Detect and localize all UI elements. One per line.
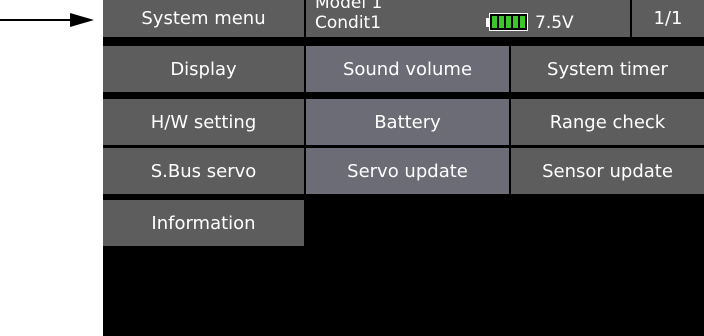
menu-hw-setting-button[interactable]: H/W setting: [103, 99, 304, 145]
menu-information-button[interactable]: Information: [103, 200, 304, 246]
right-arrow-icon: [0, 13, 94, 27]
menu-display-button[interactable]: Display: [103, 46, 304, 92]
menu-sbus-servo-button[interactable]: S.Bus servo: [103, 148, 304, 194]
page-indicator[interactable]: 1/1: [632, 0, 704, 37]
system-menu-button[interactable]: System menu: [103, 0, 304, 37]
menu-sensor-update-button[interactable]: Sensor update: [511, 148, 704, 194]
model-name: Model 1: [315, 0, 383, 13]
battery-voltage: 7.5V: [535, 13, 574, 33]
menu-sound-volume-button[interactable]: Sound volume: [306, 46, 509, 92]
menu-range-check-button[interactable]: Range check: [511, 99, 704, 145]
menu-servo-update-button[interactable]: Servo update: [306, 148, 509, 194]
condition-name: Condit1: [315, 13, 382, 33]
menu-battery-button[interactable]: Battery: [306, 99, 509, 145]
transmitter-screen: System menu Model 1 Condit1 7.5V 1/1 Dis…: [103, 0, 704, 336]
model-info-panel[interactable]: Model 1 Condit1 7.5V: [306, 0, 630, 37]
battery-icon: [486, 13, 532, 33]
menu-system-timer-button[interactable]: System timer: [511, 46, 704, 92]
